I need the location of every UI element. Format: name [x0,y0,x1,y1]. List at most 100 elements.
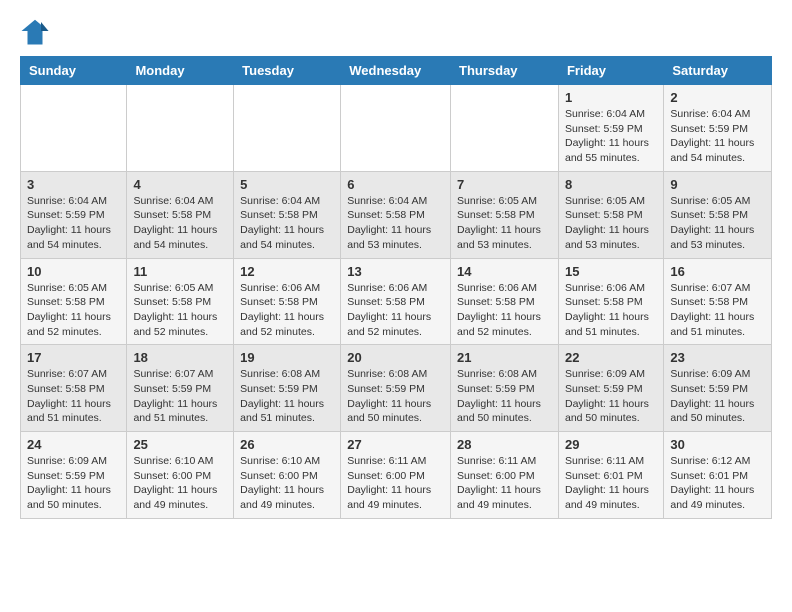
logo [20,16,54,46]
calendar-cell: 24 Sunrise: 6:09 AM Sunset: 5:59 PM Dayli… [21,432,127,519]
day-info: Sunrise: 6:04 AM Sunset: 5:59 PM Dayligh… [27,194,120,253]
day-number: 21 [457,350,552,365]
page: SundayMondayTuesdayWednesdayThursdayFrid… [0,0,792,535]
calendar-cell: 2 Sunrise: 6:04 AM Sunset: 5:59 PM Daylig… [664,85,772,172]
weekday-header-row: SundayMondayTuesdayWednesdayThursdayFrid… [21,57,772,85]
day-number: 3 [27,177,120,192]
day-info: Sunrise: 6:06 AM Sunset: 5:58 PM Dayligh… [457,281,552,340]
calendar-cell: 28 Sunrise: 6:11 AM Sunset: 6:00 PM Dayli… [451,432,559,519]
calendar-row-3: 17 Sunrise: 6:07 AM Sunset: 5:58 PM Dayli… [21,345,772,432]
calendar: SundayMondayTuesdayWednesdayThursdayFrid… [20,56,772,519]
calendar-row-2: 10 Sunrise: 6:05 AM Sunset: 5:58 PM Dayli… [21,258,772,345]
calendar-cell [21,85,127,172]
calendar-cell [341,85,451,172]
day-info: Sunrise: 6:04 AM Sunset: 5:59 PM Dayligh… [565,107,657,166]
day-number: 11 [133,264,227,279]
calendar-cell: 20Sunrise: 6:08 AM Sunset: 5:59 PM Dayli… [341,345,451,432]
day-info: Sunrise: 6:08 AM Sunset: 5:59 PM Dayligh… [240,367,334,426]
weekday-header-friday: Friday [558,57,663,85]
calendar-row-4: 24 Sunrise: 6:09 AM Sunset: 5:59 PM Dayli… [21,432,772,519]
calendar-cell: 12Sunrise: 6:06 AM Sunset: 5:58 PM Dayli… [234,258,341,345]
day-info: Sunrise: 6:06 AM Sunset: 5:58 PM Dayligh… [565,281,657,340]
day-number: 10 [27,264,120,279]
day-info: Sunrise: 6:07 AM Sunset: 5:58 PM Dayligh… [27,367,120,426]
weekday-header-thursday: Thursday [451,57,559,85]
calendar-cell: 14 Sunrise: 6:06 AM Sunset: 5:58 PM Dayli… [451,258,559,345]
day-info: Sunrise: 6:12 AM Sunset: 6:01 PM Dayligh… [670,454,765,513]
day-info: Sunrise: 6:05 AM Sunset: 5:58 PM Dayligh… [670,194,765,253]
day-number: 24 [27,437,120,452]
calendar-cell: 22 Sunrise: 6:09 AM Sunset: 5:59 PM Dayli… [558,345,663,432]
day-number: 4 [133,177,227,192]
calendar-cell: 10 Sunrise: 6:05 AM Sunset: 5:58 PM Dayli… [21,258,127,345]
calendar-cell: 30 Sunrise: 6:12 AM Sunset: 6:01 PM Dayli… [664,432,772,519]
day-number: 16 [670,264,765,279]
day-number: 17 [27,350,120,365]
day-info: Sunrise: 6:07 AM Sunset: 5:59 PM Dayligh… [133,367,227,426]
day-info: Sunrise: 6:06 AM Sunset: 5:58 PM Dayligh… [347,281,444,340]
day-number: 27 [347,437,444,452]
day-number: 23 [670,350,765,365]
calendar-cell: 3 Sunrise: 6:04 AM Sunset: 5:59 PM Daylig… [21,171,127,258]
day-number: 26 [240,437,334,452]
weekday-header-saturday: Saturday [664,57,772,85]
day-info: Sunrise: 6:09 AM Sunset: 5:59 PM Dayligh… [27,454,120,513]
day-number: 29 [565,437,657,452]
calendar-row-1: 3 Sunrise: 6:04 AM Sunset: 5:59 PM Daylig… [21,171,772,258]
calendar-cell [451,85,559,172]
calendar-cell: 26Sunrise: 6:10 AM Sunset: 6:00 PM Dayli… [234,432,341,519]
calendar-cell [234,85,341,172]
day-info: Sunrise: 6:04 AM Sunset: 5:58 PM Dayligh… [347,194,444,253]
day-info: Sunrise: 6:08 AM Sunset: 5:59 PM Dayligh… [457,367,552,426]
calendar-cell: 29Sunrise: 6:11 AM Sunset: 6:01 PM Dayli… [558,432,663,519]
day-number: 30 [670,437,765,452]
day-info: Sunrise: 6:06 AM Sunset: 5:58 PM Dayligh… [240,281,334,340]
weekday-header-tuesday: Tuesday [234,57,341,85]
day-number: 28 [457,437,552,452]
calendar-cell: 7Sunrise: 6:05 AM Sunset: 5:58 PM Daylig… [451,171,559,258]
calendar-cell: 19Sunrise: 6:08 AM Sunset: 5:59 PM Dayli… [234,345,341,432]
calendar-cell: 18 Sunrise: 6:07 AM Sunset: 5:59 PM Dayli… [127,345,234,432]
day-number: 13 [347,264,444,279]
day-info: Sunrise: 6:05 AM Sunset: 5:58 PM Dayligh… [27,281,120,340]
day-number: 5 [240,177,334,192]
calendar-cell: 15 Sunrise: 6:06 AM Sunset: 5:58 PM Dayli… [558,258,663,345]
calendar-cell: 11 Sunrise: 6:05 AM Sunset: 5:58 PM Dayli… [127,258,234,345]
day-number: 8 [565,177,657,192]
header [20,16,772,46]
calendar-cell: 8 Sunrise: 6:05 AM Sunset: 5:58 PM Daylig… [558,171,663,258]
day-number: 25 [133,437,227,452]
day-number: 14 [457,264,552,279]
logo-icon [20,16,50,46]
day-info: Sunrise: 6:08 AM Sunset: 5:59 PM Dayligh… [347,367,444,426]
calendar-cell: 21 Sunrise: 6:08 AM Sunset: 5:59 PM Dayli… [451,345,559,432]
calendar-cell: 25 Sunrise: 6:10 AM Sunset: 6:00 PM Dayli… [127,432,234,519]
calendar-cell: 17 Sunrise: 6:07 AM Sunset: 5:58 PM Dayli… [21,345,127,432]
calendar-cell: 6 Sunrise: 6:04 AM Sunset: 5:58 PM Daylig… [341,171,451,258]
calendar-cell: 13 Sunrise: 6:06 AM Sunset: 5:58 PM Dayli… [341,258,451,345]
day-number: 15 [565,264,657,279]
day-info: Sunrise: 6:11 AM Sunset: 6:00 PM Dayligh… [457,454,552,513]
day-number: 6 [347,177,444,192]
day-info: Sunrise: 6:10 AM Sunset: 6:00 PM Dayligh… [133,454,227,513]
day-info: Sunrise: 6:05 AM Sunset: 5:58 PM Dayligh… [133,281,227,340]
day-number: 1 [565,90,657,105]
weekday-header-monday: Monday [127,57,234,85]
calendar-cell: 23 Sunrise: 6:09 AM Sunset: 5:59 PM Dayli… [664,345,772,432]
day-number: 22 [565,350,657,365]
day-info: Sunrise: 6:05 AM Sunset: 5:58 PM Dayligh… [565,194,657,253]
day-number: 18 [133,350,227,365]
weekday-header-wednesday: Wednesday [341,57,451,85]
calendar-row-0: 1 Sunrise: 6:04 AM Sunset: 5:59 PM Daylig… [21,85,772,172]
day-info: Sunrise: 6:09 AM Sunset: 5:59 PM Dayligh… [565,367,657,426]
calendar-cell: 5 Sunrise: 6:04 AM Sunset: 5:58 PM Daylig… [234,171,341,258]
day-info: Sunrise: 6:05 AM Sunset: 5:58 PM Dayligh… [457,194,552,253]
day-info: Sunrise: 6:09 AM Sunset: 5:59 PM Dayligh… [670,367,765,426]
day-info: Sunrise: 6:04 AM Sunset: 5:59 PM Dayligh… [670,107,765,166]
calendar-cell: 1 Sunrise: 6:04 AM Sunset: 5:59 PM Daylig… [558,85,663,172]
calendar-cell: 9Sunrise: 6:05 AM Sunset: 5:58 PM Daylig… [664,171,772,258]
day-number: 2 [670,90,765,105]
calendar-cell [127,85,234,172]
day-info: Sunrise: 6:07 AM Sunset: 5:58 PM Dayligh… [670,281,765,340]
day-info: Sunrise: 6:04 AM Sunset: 5:58 PM Dayligh… [240,194,334,253]
